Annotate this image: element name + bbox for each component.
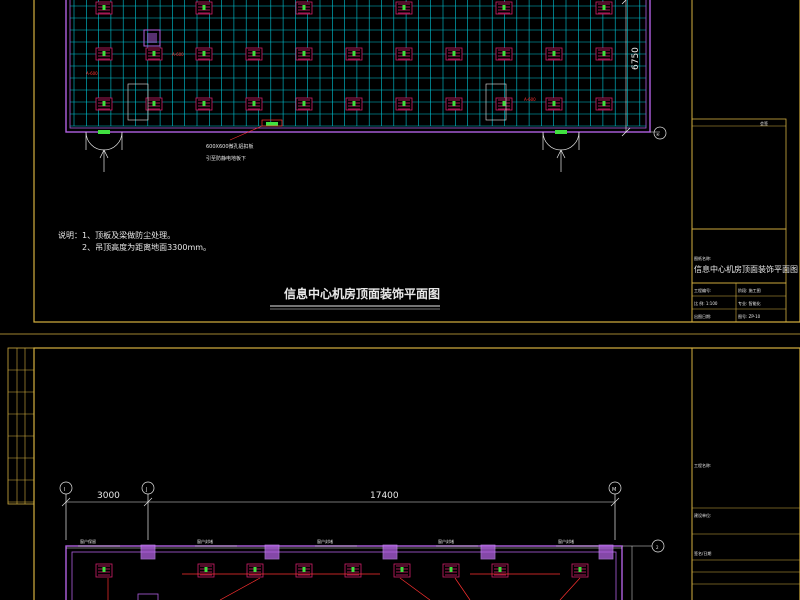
exit-indicator [266, 122, 278, 126]
light-fixture [442, 563, 460, 578]
light-fixture [295, 47, 313, 61]
window-label: 窗户封堵 [438, 538, 454, 544]
column [264, 544, 280, 560]
light-fixture [295, 1, 313, 15]
door-right [542, 131, 580, 172]
drawing-title: 信息中心机房顶面装饰平面图 [284, 286, 440, 301]
light-fixture [445, 47, 463, 61]
grid-label: A-600 [172, 52, 184, 57]
dimension-vertical: 6750 [621, 0, 641, 137]
light-fixture [595, 1, 613, 15]
sheet-2: 工程名称: 建设单位: 签名/日期 I J M 3000 17400 窗户保留 … [7, 347, 800, 600]
door-left [85, 131, 123, 172]
light-fixture [345, 47, 363, 61]
tb-header: 会签 [760, 120, 768, 126]
column-fill [147, 33, 157, 43]
light-fixture [195, 1, 213, 15]
light-fixture [195, 97, 213, 111]
window-labels: 窗户保留 窗户封堵 窗户封堵 窗户封堵 窗户封堵 [78, 538, 598, 547]
light-fixture [495, 47, 513, 61]
tb-info: 工程编号: [694, 287, 711, 293]
light-fixture [145, 97, 163, 111]
exit-indicator [98, 130, 110, 134]
light-fixture [393, 563, 411, 578]
dimension-2: 17400 [370, 491, 399, 501]
notes-line-2: 2、吊顶高度为距离地面3300mm。 [82, 242, 211, 252]
light-fixture [95, 563, 113, 578]
dimension-horizontal [61, 497, 620, 507]
column [140, 544, 156, 560]
light-fixture [345, 97, 363, 111]
exit-indicator [555, 130, 567, 134]
light-fixture [595, 97, 613, 111]
light-fixture [344, 563, 362, 578]
sheet2-border [33, 347, 800, 600]
light-fixture [295, 97, 313, 111]
tb2-unit-label: 建设单位: [694, 512, 711, 518]
tb2-sign-label: 签名/日期 [694, 550, 711, 556]
callout-text-1: 600X600微孔铝扣板 [206, 143, 254, 150]
fixtures [95, 563, 589, 578]
column [480, 544, 496, 560]
dimension-1: 3000 [97, 491, 120, 501]
window-label: 窗户保留 [80, 538, 96, 544]
light-fixture [495, 97, 513, 111]
axis-side: 2 [656, 545, 659, 550]
light-fixture [495, 1, 513, 15]
window-label: 窗户封堵 [558, 538, 574, 544]
axis-bubble-label: ④ [656, 132, 660, 137]
wiring [107, 573, 581, 600]
light-fixture [95, 47, 113, 61]
axis-bubbles [59, 481, 622, 540]
tb-info: 阶段: 施工图 [738, 287, 761, 293]
light-fixture [197, 563, 215, 578]
tb-info: 专业: 智能化 [738, 300, 761, 306]
tb-info: 出图日期: [694, 313, 711, 319]
notes-line-1: 说明：1、顶板及梁做防尘处理。 [58, 230, 175, 240]
tb-info: 图号: ZP-10 [738, 313, 761, 319]
grid-label: A-600 [86, 71, 98, 76]
light-fixture [395, 1, 413, 15]
light-fixture [145, 47, 163, 61]
window-label: 窗户封堵 [197, 538, 213, 544]
cad-drawing-canvas: A-600 A-600 A-600 600X600微孔铝扣板 引至防静电地板下 … [0, 0, 800, 600]
light-fixture [95, 97, 113, 111]
column [598, 544, 614, 560]
callout: 600X600微孔铝扣板 引至防静电地板下 [206, 119, 283, 162]
light-fixture [246, 563, 264, 578]
title-block: 会签 图纸名称: 信息中心机房顶面装饰平面图 工程编号: 阶段: 施工图 比 例… [691, 0, 798, 323]
axis-right: M [612, 487, 616, 493]
axis-left: I [64, 487, 65, 493]
callout-text-2: 引至防静电地板下 [206, 155, 246, 162]
light-fixture [195, 47, 213, 61]
light-fixture [545, 97, 563, 111]
column-partial [137, 593, 159, 600]
window-label: 窗户封堵 [317, 538, 333, 544]
sheet-1: A-600 A-600 A-600 600X600微孔铝扣板 引至防静电地板下 … [0, 0, 800, 335]
tb2-project-label: 工程名称: [694, 462, 711, 468]
column [382, 544, 398, 560]
light-fixture [245, 47, 263, 61]
light-fixture [245, 97, 263, 111]
binding-strip [7, 347, 35, 505]
light-fixture [445, 97, 463, 111]
light-fixture [491, 563, 509, 578]
light-fixture [395, 47, 413, 61]
grid-label: A-600 [524, 97, 536, 102]
light-fixture [571, 563, 589, 578]
light-fixture [295, 563, 313, 578]
light-fixture [395, 97, 413, 111]
light-fixture [595, 47, 613, 61]
dimension-value: 6750 [631, 47, 641, 70]
tb-project-label: 图纸名称: [694, 255, 711, 261]
tb-info: 比 例: 1:100 [694, 300, 718, 306]
axis-mid: J [145, 487, 147, 493]
light-fixture [95, 1, 113, 15]
tb-drawing-name: 信息中心机房顶面装饰平面图 [694, 264, 798, 274]
light-fixture [545, 47, 563, 61]
